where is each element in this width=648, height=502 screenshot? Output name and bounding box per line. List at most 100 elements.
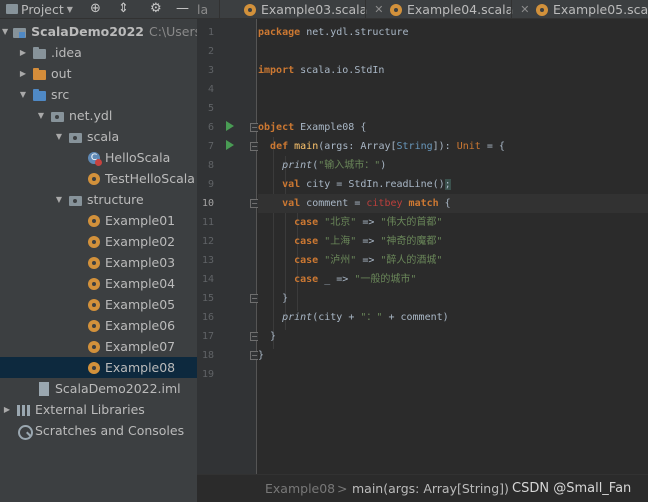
tree-item-external-libraries[interactable]: ▶ External Libraries [0,399,197,420]
tree-item-scala[interactable]: ▼ scala [0,126,197,147]
collapse-icon[interactable]: ⇕ [118,1,129,17]
code-line-16: print(city + "：" + comment) [282,312,449,323]
tree-item-label: HelloScala [105,150,171,165]
line-number: 3 [207,65,214,76]
folder-icon [32,45,48,61]
tree-item-label: ScalaDemo2022 [31,24,144,39]
source-folder-icon [32,87,48,103]
hide-icon[interactable]: — [176,1,189,17]
editor-tab-bar: la Example03.scala ✕ Example04.scala ✕ E… [197,0,648,19]
editor-gutter: 1 2 3 4 5 6 7 8 9 10 11 12 13 14 15 16 1… [197,19,259,474]
code-line-18: } [258,350,265,361]
tab-example05[interactable]: Example05.scala [511,0,648,18]
chevron-down-icon[interactable]: ▼ [2,27,8,36]
iml-file-icon [36,381,52,397]
scala-object-icon [388,2,404,18]
tree-item-src[interactable]: ▼ src [0,84,197,105]
line-number: 19 [201,369,214,380]
tree-item-net-ydl[interactable]: ▼ net.ydl [0,105,197,126]
dropdown-icon: ▼ [66,4,73,14]
scala-object-icon [86,213,102,229]
code-line-9: val city = StdIn.readLine(); [282,179,451,190]
tree-item-scalademo2022[interactable]: ▼ ScalaDemo2022 C:\Users\y [0,21,197,42]
target-icon[interactable]: ⊕ [90,1,101,17]
line-number: 6 [207,122,214,133]
tree-item-label: Example04 [105,276,176,291]
tree-item-idea[interactable]: ▶ .idea [0,42,197,63]
code-editor[interactable]: package net.ydl.structure import scala.i… [258,19,648,474]
tree-item-example04[interactable]: Example04 [0,273,197,294]
chevron-down-icon[interactable]: ▼ [54,195,64,204]
code-line-14: case _ => "一般的城市" [294,274,417,285]
tree-item-example06[interactable]: Example06 [0,315,197,336]
tab-label: Example03.scala [261,2,368,17]
tree-item-label: src [51,87,70,102]
chevron-down-icon[interactable]: ▼ [54,132,64,141]
gear-icon[interactable]: ⚙ [150,1,162,17]
code-line-12: case "上海" => "神奇的魔都" [294,236,443,247]
code-line-13: case "泸州" => "醉人的酒城" [294,255,443,266]
tree-item-example03[interactable]: Example03 [0,252,197,273]
tree-item-example07[interactable]: Example07 [0,336,197,357]
tree-item-label: structure [87,192,144,207]
code-line-1: package net.ydl.structure [258,27,409,38]
package-icon [68,129,84,145]
run-icon[interactable] [226,140,234,150]
chevron-right-icon[interactable]: ▶ [18,48,28,57]
run-icon[interactable] [226,121,234,131]
tree-item-example02[interactable]: Example02 [0,231,197,252]
watermark: CSDN @Small_Fan [512,481,632,496]
tree-item-out[interactable]: ▶ out [0,63,197,84]
scala-object-icon [86,360,102,376]
tab-cut-off[interactable]: la [197,0,209,18]
line-number: 8 [207,160,214,171]
folder-icon [32,66,48,82]
package-name: net.ydl.structure [306,27,409,38]
scala-object-icon [86,318,102,334]
project-tree: ▼ ScalaDemo2022 C:\Users\y ▶ .idea ▶ out… [0,19,197,502]
line-number: 5 [207,103,214,114]
tab-example04[interactable]: Example04.scala ✕ [365,0,530,18]
tree-item-testhelloscala[interactable]: TestHelloScala [0,168,197,189]
scala-object-icon [242,2,258,18]
tab-label: la [197,2,209,17]
line-number: 2 [207,46,214,57]
tree-item-label: out [51,66,72,81]
code-line-11: case "北京" => "伟大的首都" [294,217,443,228]
line-number: 11 [201,217,214,228]
tree-item-label: Example02 [105,234,176,249]
chevron-right-icon[interactable]: ▶ [2,405,12,414]
chevron-down-icon[interactable]: ▼ [36,111,46,120]
line-number: 14 [201,274,214,285]
tree-item-label: Example03 [105,255,176,270]
code-line-6: object Example08 { [258,122,367,133]
scala-object-icon [86,234,102,250]
chevron-right-icon[interactable]: ▶ [18,69,28,78]
chevron-down-icon[interactable]: ▼ [18,90,28,99]
tree-item-helloscala[interactable]: HelloScala [0,147,197,168]
tree-item-example05[interactable]: Example05 [0,294,197,315]
tab-example03[interactable]: Example03.scala ✕ [219,0,384,18]
line-number: 10 [201,198,214,209]
breadcrumb-object[interactable]: Example08 [265,481,335,496]
tree-item-label: Example08 [105,360,176,375]
code-line-3: import scala.io.StdIn [258,65,385,76]
breadcrumb-separator: > [337,481,348,496]
breadcrumb-method[interactable]: main(args: Array[String]) [352,481,509,496]
tree-item-iml-file[interactable]: ScalaDemo2022.iml [0,378,197,399]
project-view-selector[interactable]: Project ▼ [0,2,73,17]
line-number: 12 [201,236,214,247]
line-number: 13 [201,255,214,266]
tree-item-example01[interactable]: Example01 [0,210,197,231]
scala-object-icon [86,255,102,271]
line-number: 17 [201,331,214,342]
code-line-7: def main(args: Array[String]): Unit = { [270,141,505,152]
project-toolbar: Project ▼ ⊕ ⇕ ⚙ — [0,0,228,19]
tree-item-scratches[interactable]: Scratches and Consoles [0,420,197,441]
tree-item-example08[interactable]: Example08 [0,357,197,378]
line-number: 9 [207,179,214,190]
project-folder-icon [6,4,18,14]
tree-item-structure[interactable]: ▼ structure [0,189,197,210]
scala-class-icon [86,150,102,166]
